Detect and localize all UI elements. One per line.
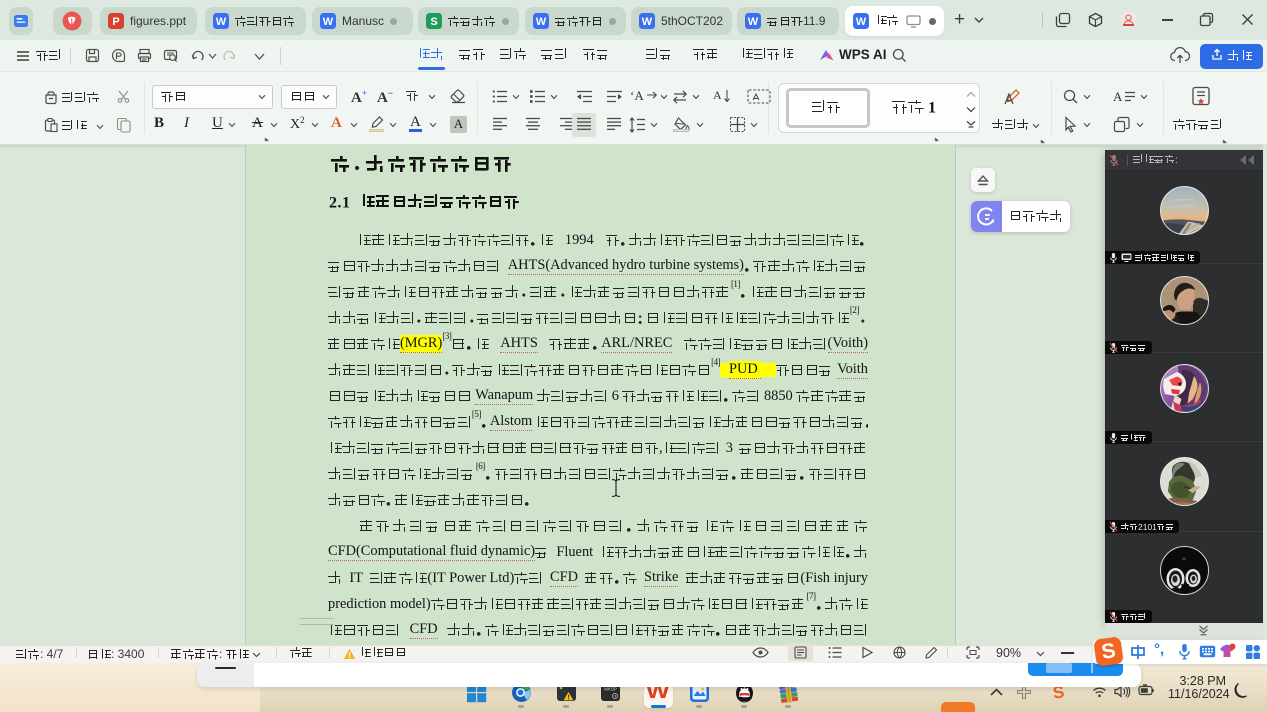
svg-text:MKSP: MKSP: [604, 687, 617, 692]
